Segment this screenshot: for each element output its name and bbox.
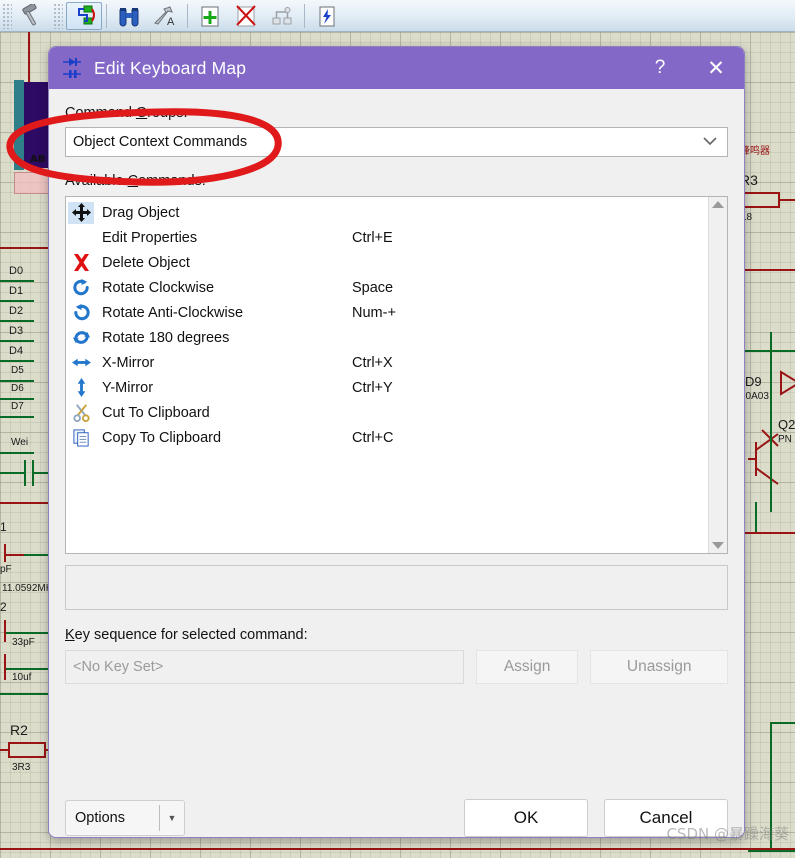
- list-item[interactable]: Rotate Clockwise Space: [66, 275, 708, 300]
- remove-sheet-icon[interactable]: [228, 2, 264, 30]
- unassign-button[interactable]: Unassign: [590, 650, 729, 684]
- list-item[interactable]: Edit Properties Ctrl+E: [66, 225, 708, 250]
- schematic-wire: [740, 350, 795, 352]
- schematic-wire: [740, 532, 795, 534]
- delete-x-icon: [68, 252, 94, 274]
- list-item[interactable]: Copy To Clipboard Ctrl+C: [66, 425, 708, 450]
- schematic-wire: [755, 502, 757, 532]
- options-button-label: Options: [75, 810, 125, 826]
- key-sequence-label: Key sequence for selected command:: [65, 627, 308, 643]
- ok-button[interactable]: OK: [464, 799, 588, 837]
- toolbar-separator-2: [187, 3, 188, 28]
- schematic-wire: [748, 850, 795, 852]
- available-commands-listbox[interactable]: Drag Object Edit Properties Ctrl+E Delet…: [65, 196, 728, 554]
- wrench-annotate-icon[interactable]: A: [147, 2, 183, 30]
- schematic-wire: [770, 722, 795, 724]
- command-shortcut: Num-+: [352, 304, 396, 321]
- available-commands-label: Available Commands:: [65, 173, 206, 189]
- svg-text:A: A: [167, 16, 175, 28]
- list-item[interactable]: Delete Object: [66, 250, 708, 275]
- binoculars-find-icon[interactable]: [111, 2, 147, 30]
- command-name: Rotate Clockwise: [102, 279, 215, 296]
- assign-button[interactable]: Assign: [475, 650, 579, 684]
- dialog-footer: Options ▼ OK Cancel: [65, 799, 728, 837]
- commands-list[interactable]: Drag Object Edit Properties Ctrl+E Delet…: [66, 197, 708, 553]
- close-icon[interactable]: ✕: [688, 47, 744, 89]
- command-name: Cut To Clipboard: [102, 404, 210, 421]
- command-name: Y-Mirror: [102, 379, 154, 396]
- toolbar-separator-3: [304, 3, 305, 28]
- toolbar-separator: [106, 3, 107, 28]
- command-name: Rotate Anti-Clockwise: [102, 304, 244, 321]
- hierarchy-icon[interactable]: [264, 2, 300, 30]
- command-name: Delete Object: [102, 254, 190, 271]
- list-item[interactable]: Rotate 180 degrees: [66, 325, 708, 350]
- rotate-ccw-icon: [68, 302, 94, 324]
- edit-keyboard-map-dialog[interactable]: Edit Keyboard Map ? ✕ Command Groups: Ob…: [48, 46, 745, 838]
- mirror-horizontal-icon: [68, 352, 94, 374]
- schematic-wire: [770, 332, 772, 512]
- list-item[interactable]: Drag Object: [66, 200, 708, 225]
- schematic-wire: [740, 269, 795, 271]
- dialog-titlebar[interactable]: Edit Keyboard Map ? ✕: [49, 47, 744, 89]
- rotate-180-icon: [68, 327, 94, 349]
- dialog-body: Command Groups: Object Context Commands …: [49, 105, 744, 837]
- command-groups-combobox[interactable]: Object Context Commands: [65, 127, 728, 157]
- toolbar-grip[interactable]: [2, 2, 12, 29]
- dialog-title: Edit Keyboard Map: [94, 57, 247, 78]
- command-shortcut: Ctrl+X: [352, 354, 393, 371]
- command-groups-selected-value: Object Context Commands: [73, 134, 248, 150]
- editor-toolbar[interactable]: A: [0, 0, 795, 32]
- caret-down-icon[interactable]: ▼: [160, 813, 184, 823]
- schematic-symbol-icon: [60, 55, 86, 81]
- options-button[interactable]: Options ▼: [65, 800, 185, 836]
- schematic-block: [14, 80, 24, 170]
- schematic-wire: [0, 848, 795, 850]
- list-item[interactable]: X-Mirror Ctrl+X: [66, 350, 708, 375]
- key-sequence-input[interactable]: <No Key Set>: [65, 650, 464, 684]
- hammer-tool-icon[interactable]: [15, 2, 51, 30]
- command-shortcut: Space: [352, 279, 394, 296]
- list-item[interactable]: Cut To Clipboard: [66, 400, 708, 425]
- toolbar-grip-2[interactable]: [53, 2, 63, 29]
- command-shortcut: Ctrl+C: [352, 429, 394, 446]
- scroll-down-arrow-icon[interactable]: [712, 542, 724, 549]
- scroll-up-arrow-icon[interactable]: [712, 201, 724, 208]
- mirror-vertical-icon: [68, 377, 94, 399]
- add-sheet-icon[interactable]: [192, 2, 228, 30]
- schematic-wire: [0, 247, 50, 249]
- command-name: Copy To Clipboard: [102, 429, 222, 446]
- list-item[interactable]: Rotate Anti-Clockwise Num-+: [66, 300, 708, 325]
- schematic-wire: [0, 502, 50, 504]
- help-icon[interactable]: ?: [632, 47, 688, 89]
- schematic-block-label: AB: [30, 154, 46, 165]
- rotate-cw-icon: [68, 277, 94, 299]
- command-name: Edit Properties: [102, 229, 198, 246]
- command-shortcut: Ctrl+E: [352, 229, 393, 246]
- simulate-icon[interactable]: [309, 2, 345, 30]
- chevron-down-icon[interactable]: [697, 135, 723, 149]
- key-sequence-row: <No Key Set> Assign Unassign: [65, 650, 729, 684]
- command-name: X-Mirror: [102, 354, 155, 371]
- command-groups-label: Command Groups:: [65, 105, 188, 121]
- no-icon: [68, 227, 94, 249]
- command-shortcut: Ctrl+Y: [352, 379, 393, 396]
- scissors-cut-icon: [68, 402, 94, 424]
- move-cross-icon: [68, 201, 94, 224]
- watermark-text: CSDN @暴躁海葵: [666, 825, 789, 843]
- list-item[interactable]: Y-Mirror Ctrl+Y: [66, 375, 708, 400]
- net-routing-icon[interactable]: [66, 1, 102, 30]
- commands-list-scrollbar[interactable]: [708, 197, 727, 553]
- command-description-box: [65, 565, 728, 610]
- command-name: Rotate 180 degrees: [102, 329, 230, 346]
- command-name: Drag Object: [102, 204, 180, 221]
- copy-icon: [68, 427, 94, 449]
